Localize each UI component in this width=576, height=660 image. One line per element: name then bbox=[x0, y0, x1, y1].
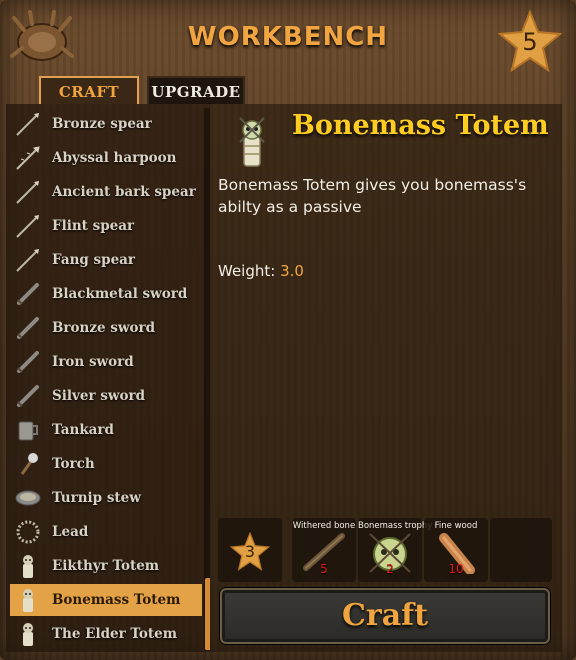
recipe-item[interactable]: Lead bbox=[10, 516, 202, 548]
quality-level-value: 3 bbox=[244, 542, 256, 561]
item-weight: Weight: 3.0 bbox=[218, 262, 304, 280]
requirement-slot-3: Fine wood 10 bbox=[424, 518, 488, 582]
requirement-name: Withered bone bbox=[292, 521, 356, 531]
craft-button[interactable]: Craft bbox=[220, 588, 550, 644]
weight-label: Weight: bbox=[218, 262, 276, 280]
quality-level-slot: 3 bbox=[218, 518, 282, 582]
totem-icon bbox=[23, 555, 33, 578]
tab-craft[interactable]: CRAFT bbox=[39, 76, 139, 104]
recipe-item[interactable]: Abyssal harpoon bbox=[10, 142, 202, 174]
requirement-slot-empty bbox=[490, 518, 552, 582]
recipe-label: Bonemass Totem bbox=[52, 592, 181, 608]
recipe-item[interactable]: Tankard bbox=[10, 414, 202, 446]
item-name: Bonemass Totem bbox=[292, 110, 549, 141]
recipe-item[interactable]: Bonemass Totem bbox=[10, 584, 202, 616]
recipe-label: The Elder Totem bbox=[52, 626, 178, 642]
item-description: Bonemass Totem gives you bonemass's abil… bbox=[218, 176, 527, 216]
recipe-item[interactable]: Turnip stew bbox=[10, 482, 202, 514]
recipe-label: Turnip stew bbox=[52, 490, 141, 506]
bonemass-totem-icon bbox=[239, 117, 265, 167]
sword-icon bbox=[17, 351, 39, 373]
requirement-qty: 2 bbox=[386, 562, 394, 576]
spear-icon bbox=[16, 249, 39, 272]
torch-icon bbox=[20, 453, 38, 475]
window-title: WORKBENCH bbox=[187, 22, 389, 52]
recipe-item[interactable]: Torch bbox=[10, 448, 202, 480]
recipe-item[interactable]: The Elder Totem bbox=[10, 618, 202, 650]
recipe-label: Abyssal harpoon bbox=[52, 150, 177, 166]
recipe-label: Tankard bbox=[52, 422, 114, 438]
recipe-label: Bronze spear bbox=[52, 116, 152, 132]
recipe-label: Ancient bark spear bbox=[52, 184, 196, 200]
weight-value: 3.0 bbox=[280, 262, 304, 280]
recipe-label: Flint spear bbox=[52, 218, 135, 234]
requirement-slot-1: Withered bone 5 bbox=[292, 518, 356, 582]
spear-icon bbox=[16, 181, 39, 204]
sword-icon bbox=[17, 385, 39, 407]
recipe-label: Fang spear bbox=[52, 252, 136, 268]
station-level-badge: 5 bbox=[497, 9, 563, 74]
recipe-label: Silver sword bbox=[52, 388, 146, 404]
rope-icon bbox=[16, 520, 40, 544]
totem-icon bbox=[23, 623, 33, 646]
recipe-label: Eikthyr Totem bbox=[52, 558, 160, 574]
recipe-list[interactable]: Bronze spear Abyssal harpoon Ancient bark … bbox=[6, 104, 210, 652]
recipe-item[interactable]: Blackmetal sword bbox=[10, 278, 202, 310]
tab-upgrade[interactable]: UPGRADE bbox=[147, 76, 245, 104]
requirement-qty: 10 bbox=[448, 562, 464, 576]
requirement-qty: 5 bbox=[320, 562, 328, 576]
tankard-icon bbox=[18, 421, 38, 441]
requirement-slot-2: Bonemass trophy 2 bbox=[358, 518, 433, 582]
spear-icon bbox=[16, 113, 39, 136]
recipe-item[interactable]: Ancient bark spear bbox=[10, 176, 202, 208]
recipe-item[interactable]: Flint spear bbox=[10, 210, 202, 242]
station-level-value: 5 bbox=[522, 28, 538, 56]
recipe-label: Blackmetal sword bbox=[52, 286, 188, 302]
recipe-item[interactable]: Iron sword bbox=[10, 346, 202, 378]
recipe-label: Lead bbox=[52, 524, 89, 540]
sword-icon bbox=[17, 283, 39, 305]
recipe-label: Bronze sword bbox=[52, 320, 156, 336]
recipe-item[interactable]: Bronze sword bbox=[10, 312, 202, 344]
recipe-label: Torch bbox=[52, 456, 95, 472]
recipe-item[interactable]: Fang spear bbox=[10, 244, 202, 276]
totem-icon bbox=[23, 589, 33, 612]
recipe-item[interactable]: Eikthyr Totem bbox=[10, 550, 202, 582]
harpoon-icon bbox=[16, 146, 40, 170]
recipe-item[interactable]: Silver sword bbox=[10, 380, 202, 412]
requirement-name: Fine wood bbox=[434, 521, 478, 531]
spear-icon bbox=[16, 215, 39, 238]
recipe-item[interactable]: Bronze spear bbox=[10, 108, 202, 140]
sword-icon bbox=[17, 317, 39, 339]
recipe-label: Iron sword bbox=[52, 354, 134, 370]
bowl-icon bbox=[15, 490, 41, 506]
requirement-name: Bonemass trophy bbox=[358, 521, 433, 531]
